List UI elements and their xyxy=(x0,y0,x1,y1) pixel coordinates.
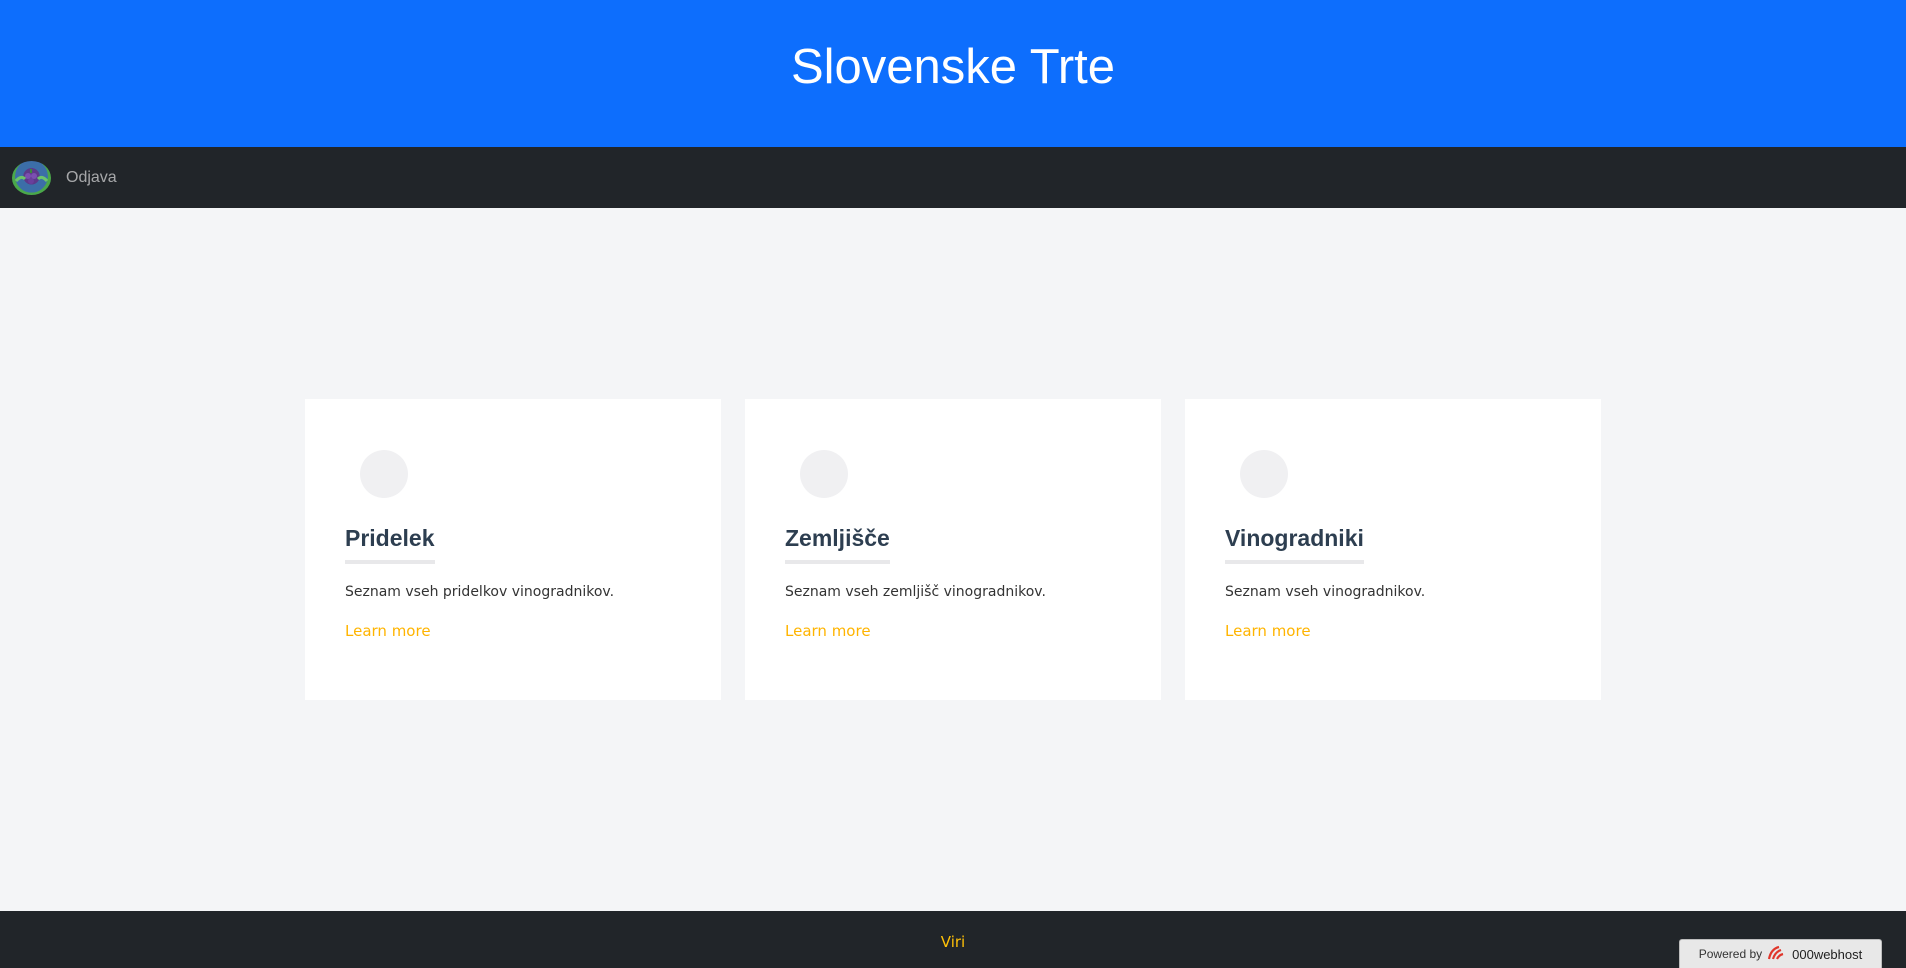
brand-name: 000webhost xyxy=(1792,946,1863,962)
webhost-logo-icon xyxy=(1767,945,1787,964)
card-title: Vinogradniki xyxy=(1225,525,1364,564)
card-pridelek: Pridelek Seznam vseh pridelkov vinogradn… xyxy=(305,399,721,700)
card-vinogradniki: Vinogradniki Seznam vseh vinogradnikov. … xyxy=(1185,399,1601,700)
card-zemljisce: Zemljišče Seznam vseh zemljišč vinogradn… xyxy=(745,399,1161,700)
card-icon xyxy=(800,450,848,498)
learn-more-link[interactable]: Learn more xyxy=(1225,622,1561,640)
learn-more-link[interactable]: Learn more xyxy=(345,622,681,640)
navbar: Odjava xyxy=(0,147,1906,208)
grape-logo-icon[interactable] xyxy=(12,160,51,195)
logout-link[interactable]: Odjava xyxy=(66,169,117,187)
learn-more-link[interactable]: Learn more xyxy=(785,622,1121,640)
page-header: Slovenske Trte xyxy=(0,0,1906,147)
card-description: Seznam vseh zemljišč vinogradnikov. xyxy=(785,584,1046,600)
page-footer: Viri Powered by 000webhost xyxy=(0,911,1906,968)
card-description: Seznam vseh pridelkov vinogradnikov. xyxy=(345,584,615,600)
cards-section: Pridelek Seznam vseh pridelkov vinogradn… xyxy=(305,399,1601,700)
card-title: Zemljišče xyxy=(785,525,890,564)
card-icon xyxy=(1240,450,1288,498)
card-icon xyxy=(360,450,408,498)
card-description: Seznam vseh vinogradnikov. xyxy=(1225,584,1426,600)
sources-link[interactable]: Viri xyxy=(941,933,965,951)
page-title: Slovenske Trte xyxy=(790,39,1116,94)
card-title: Pridelek xyxy=(345,525,435,564)
powered-by-badge[interactable]: Powered by 000webhost xyxy=(1679,939,1882,968)
powered-by-label: Powered by xyxy=(1698,947,1763,961)
